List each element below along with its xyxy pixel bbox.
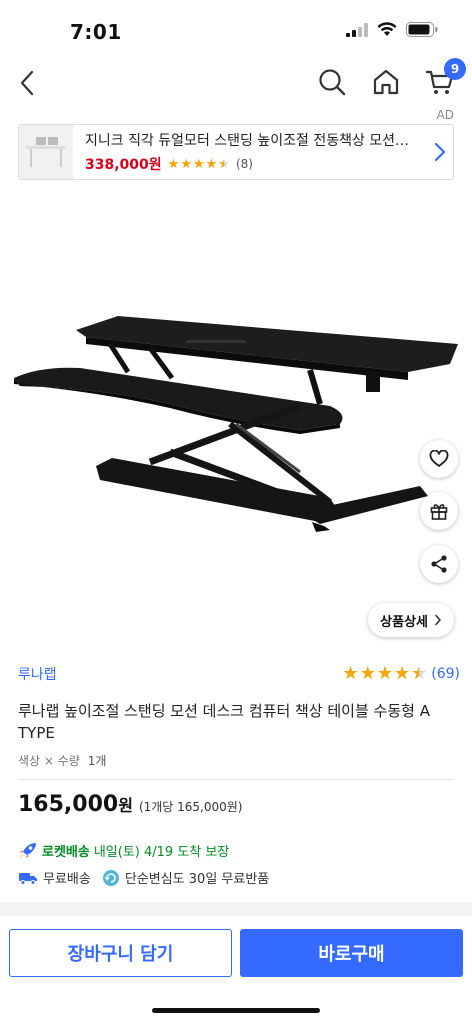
benefits-row: 무료배송 단순변심도 30일 무료반품	[18, 868, 269, 887]
ad-meta: 338,000원 ★★★★★★★★★★ (8)	[85, 154, 419, 174]
section-separator	[0, 902, 472, 916]
star-icon: ★★	[180, 156, 192, 172]
ad-thumbnail	[19, 125, 73, 179]
product-review-count: (69)	[431, 666, 460, 682]
status-icons	[346, 22, 438, 37]
gift-button[interactable]	[420, 492, 458, 530]
star-icon: ★★	[359, 663, 376, 684]
gift-icon	[430, 504, 448, 520]
star-icon: ★★	[393, 663, 411, 684]
home-indicator	[152, 1008, 320, 1013]
nav-bar: 9	[0, 58, 472, 108]
return-icon	[102, 869, 119, 886]
standing-desk-image	[14, 316, 458, 532]
battery-icon	[406, 22, 438, 37]
home-icon	[373, 69, 399, 95]
star-icon: ★★	[411, 663, 428, 684]
ad-price: 338,000원	[85, 157, 162, 173]
share-icon	[431, 555, 447, 573]
product-detail-button[interactable]: 상품상세	[368, 603, 454, 637]
star-icon: ★★	[192, 156, 205, 172]
heart-icon	[429, 450, 449, 467]
status-time: 7:01	[70, 20, 122, 44]
chevron-right-icon	[434, 142, 446, 162]
brand-row: 루나랩 ★★★★★★★★★★ (69)	[18, 664, 460, 684]
arrival-guarantee: 내일(토) 4/19 도착 보장	[93, 845, 230, 860]
star-icon: ★★	[342, 663, 359, 684]
price-row: 165,000원 (1개당 165,000원)	[18, 792, 243, 817]
search-icon	[319, 69, 346, 96]
star-icon: ★★	[167, 156, 180, 172]
desk-thumbnail-image	[26, 137, 66, 167]
nav-actions: 9	[316, 58, 466, 98]
wishlist-button[interactable]	[420, 440, 458, 478]
option-quantity: 1개	[87, 754, 107, 768]
product-image[interactable]	[0, 192, 472, 642]
brand-link[interactable]: 루나랩	[18, 664, 57, 684]
ad-title: 지니크 직각 듀얼모터 스탠딩 높이조절 전동책상 모션…	[85, 133, 410, 149]
wifi-icon	[377, 22, 397, 36]
chevron-right-icon	[435, 614, 441, 626]
option-label: 색상 × 수량	[18, 754, 80, 768]
bottom-action-bar: 장바구니 담기 바로구매	[0, 916, 472, 1024]
product-title: 루나랩 높이조절 스탠딩 모션 데스크 컴퓨터 책상 테이블 수동형 A TYP…	[18, 702, 430, 742]
share-button[interactable]	[420, 545, 458, 583]
truck-icon	[19, 872, 37, 885]
free-return: 단순변심도 30일 무료반품	[124, 872, 270, 887]
ad-label: AD	[436, 108, 454, 122]
price-unit: 원	[118, 796, 133, 815]
star-icon: ★★	[218, 156, 230, 172]
product-rating[interactable]: ★★★★★★★★★★ (69)	[343, 665, 460, 683]
delivery-row: 로켓배송 내일(토) 4/19 도착 보장	[18, 841, 229, 860]
star-icon: ★★	[376, 663, 393, 684]
product-detail-label: 상품상세	[380, 614, 428, 630]
home-button[interactable]	[370, 66, 402, 98]
chevron-left-icon	[20, 70, 34, 96]
rocket-icon	[19, 842, 36, 859]
ad-arrow	[427, 141, 453, 163]
search-button[interactable]	[316, 66, 348, 98]
cart-count-badge: 9	[444, 58, 466, 80]
cart-button[interactable]: 9	[424, 58, 466, 98]
ad-rating-stars: ★★★★★★★★★★	[168, 158, 230, 171]
sale-price: 165,000	[18, 792, 119, 817]
divider	[18, 779, 454, 780]
signal-icon	[346, 22, 368, 37]
buy-now-button[interactable]: 바로구매	[240, 929, 463, 977]
unit-price: (1개당 165,000원)	[138, 800, 243, 814]
rocket-delivery-label: 로켓배송	[42, 845, 90, 860]
add-to-cart-button[interactable]: 장바구니 담기	[9, 929, 232, 977]
option-row: 색상 × 수량 1개	[18, 752, 106, 769]
ad-review-count: (8)	[235, 157, 253, 171]
free-shipping: 무료배송	[43, 872, 91, 887]
product-rating-stars: ★★★★★★★★★★	[343, 665, 428, 683]
star-icon: ★★	[205, 156, 218, 172]
ad-banner[interactable]: 지니크 직각 듀얼모터 스탠딩 높이조절 전동책상 모션… 338,000원 ★…	[18, 124, 454, 180]
status-bar: 7:01	[0, 0, 472, 58]
ad-info: 지니크 직각 듀얼모터 스탠딩 높이조절 전동책상 모션… 338,000원 ★…	[73, 130, 427, 174]
back-button[interactable]	[14, 66, 40, 100]
